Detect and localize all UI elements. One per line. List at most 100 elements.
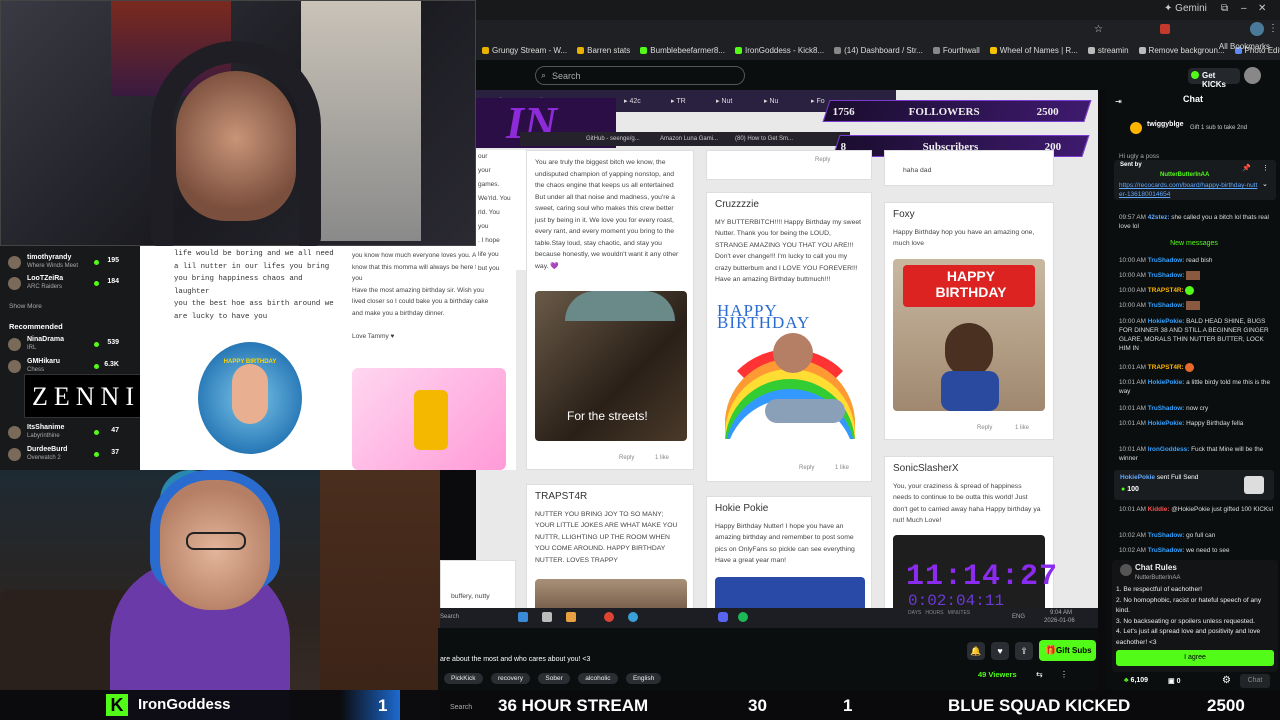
dolphin	[765, 399, 845, 423]
channel-viewers: 37	[111, 449, 119, 456]
taskbar-search-ghost: Search	[450, 704, 473, 711]
search-input[interactable]: ⌕ Search	[535, 66, 745, 85]
minimize-icon[interactable]: –	[1241, 3, 1247, 14]
sidebar-channel[interactable]: NinaDrama IRL 539	[8, 334, 133, 354]
reply-button[interactable]: Reply	[815, 155, 830, 167]
send-chat-button[interactable]: Chat	[1240, 674, 1270, 688]
reply-button[interactable]: Reply	[619, 453, 634, 465]
close-window-icon[interactable]: ✕	[1258, 3, 1266, 14]
agree-button[interactable]: I agree	[1116, 650, 1274, 666]
pinned-link[interactable]: https://recocards.com/board/happy-birthd…	[1119, 181, 1259, 199]
chat-username[interactable]: IronGoddess:	[1148, 446, 1190, 453]
message-card: You are truly the biggest bitch we know,…	[526, 150, 694, 470]
chat-username[interactable]: 42stez:	[1148, 214, 1170, 221]
pinned-user-avatar	[1130, 122, 1142, 134]
chat-timestamp: 10:00 AM	[1119, 257, 1147, 264]
bookmark-folder[interactable]: streamin	[1087, 46, 1129, 55]
bookmark-item[interactable]: Grungy Stream - W...	[482, 46, 567, 55]
gemini-tab[interactable]: ✦ Gemini	[1164, 3, 1207, 14]
sidebar-channel[interactable]: timothyrandy Where Winds Meet 195	[8, 252, 133, 272]
chat-username[interactable]: HokiePokie:	[1148, 420, 1185, 427]
gif-caption: HAPPY BIRTHDAY	[717, 301, 811, 332]
channel-avatar	[8, 360, 21, 373]
new-window-icon[interactable]: ⧉	[1221, 3, 1228, 14]
bookmark-item[interactable]: Barren stats	[577, 46, 630, 55]
more-options-icon[interactable]: ⋮	[1060, 670, 1068, 679]
chat-username[interactable]: TruShadow:	[1148, 302, 1185, 309]
chat-username[interactable]: TruShadow:	[1148, 532, 1185, 539]
sidebar-channel[interactable]: ItsShanime Labyrinthine 47	[8, 422, 133, 442]
browser-menu-icon[interactable]: ⋮	[1268, 23, 1278, 34]
chevron-down-icon[interactable]: ⌄	[1262, 180, 1268, 188]
search-icon: ⌕	[541, 70, 547, 80]
tag-pill[interactable]: recovery	[491, 673, 530, 684]
settings-gear-icon[interactable]: ⚙	[1222, 675, 1231, 686]
channel-name: LooTZeiRa	[27, 275, 64, 282]
channel-avatar	[8, 256, 21, 269]
chat-username[interactable]: Kiddie:	[1148, 506, 1170, 513]
chat-username[interactable]: TruShadow:	[1148, 257, 1185, 264]
share-icon[interactable]: ⇪	[1015, 642, 1033, 660]
tag-pill[interactable]: PickKick	[444, 673, 483, 684]
chat-username[interactable]: HokiePokie:	[1148, 318, 1185, 325]
chat-message: 10:01 AM Kiddie: @HokiePokie just gifted…	[1119, 505, 1274, 514]
sidebar-channel[interactable]: DurdeeBurd Overwatch 2 37	[8, 444, 133, 464]
user-avatar[interactable]	[1244, 67, 1261, 84]
bookmark-item[interactable]: Fourthwall	[932, 46, 980, 55]
card-author: TRAPST4R	[535, 491, 588, 502]
chat-username[interactable]: TRAPST4R:	[1148, 287, 1184, 294]
extension-icon[interactable]	[1160, 24, 1170, 34]
live-dot-icon	[94, 452, 99, 457]
emote-icon	[1185, 286, 1195, 295]
reply-button[interactable]: Reply	[977, 423, 992, 435]
chat-username[interactable]: TruShadow:	[1148, 272, 1185, 279]
chat-username[interactable]: HokiePokie:	[1148, 379, 1185, 386]
bookmark-item[interactable]: IronGoddess - Kick8...	[734, 46, 824, 55]
bookmark-star-icon[interactable]: ☆	[1094, 24, 1103, 35]
chat-timestamp: 10:01 AM	[1119, 379, 1147, 386]
timer-units: DAYS HOURS MINUTES	[908, 610, 971, 616]
birthday-gif: HAPPY BIRTHDAY	[715, 299, 865, 449]
chat-username[interactable]: TruShadow:	[1148, 547, 1185, 554]
reply-button[interactable]: Reply	[799, 463, 814, 475]
bookmark-item[interactable]: (14) Dashboard / Str...	[834, 46, 923, 55]
pin-icon[interactable]: 📌	[1242, 164, 1251, 172]
chat-text: read bish	[1186, 257, 1213, 264]
notification-bell-icon[interactable]: 🔔	[967, 642, 985, 660]
bookmark-item[interactable]: Bumblebeefarmer8...	[640, 46, 725, 55]
all-bookmarks-folder[interactable]: All Bookmarks	[1219, 42, 1270, 51]
channel-name: timothyrandy	[27, 254, 72, 261]
like-button[interactable]: 1 like	[1015, 423, 1029, 435]
chat-rules-owner: NutterButterInAA	[1135, 575, 1181, 581]
get-kicks-button[interactable]: Get KICKs	[1188, 68, 1240, 89]
chat-message: 10:00 AM TRAPST4R:	[1119, 286, 1274, 295]
card-message: Happy Birthday hop you have an amazing o…	[893, 228, 1035, 248]
gift-subs-button[interactable]: 🎁 Gift Subs	[1039, 640, 1096, 661]
like-button[interactable]: 1 like	[655, 453, 669, 465]
kick-coin-icon: ●	[1121, 486, 1126, 493]
taskbar-clock: 9:04 AM	[1050, 610, 1073, 616]
chrome-icon	[604, 612, 614, 622]
tag-pill[interactable]: English	[625, 673, 662, 684]
live-dot-icon	[94, 430, 99, 435]
share-small-icon[interactable]: ⇆	[1036, 670, 1043, 679]
tag-pill[interactable]: alcoholic	[578, 673, 618, 684]
bookmark-item[interactable]: Wheel of Names | R...	[989, 46, 1078, 55]
follow-heart-icon[interactable]: ♥	[991, 642, 1009, 660]
pinned-more-icon[interactable]: ⋮	[1262, 164, 1269, 172]
send-username[interactable]: HokiePokie	[1120, 474, 1155, 481]
bookmark-item[interactable]: Remove backgroun...	[1138, 46, 1225, 55]
chat-username[interactable]: TruShadow:	[1148, 405, 1185, 412]
profile-icon[interactable]	[1250, 22, 1264, 36]
sidebar-channel[interactable]: LooTZeiRa ARC Raiders 184	[8, 273, 133, 293]
cake-gif	[352, 368, 506, 470]
message-card: Hokie Pokie Happy Birthday Nutter! I hop…	[706, 496, 872, 616]
show-more-link[interactable]: Show More	[9, 303, 42, 310]
tag-pill[interactable]: Sober	[538, 673, 570, 684]
chat-message: 10:01 AM HokiePokie: a little birdy told…	[1119, 378, 1274, 396]
chat-username[interactable]: TRAPST4R:	[1148, 364, 1184, 371]
sidebar-channel[interactable]: GMHikaru Chess 6.3K	[8, 356, 133, 376]
like-button[interactable]: 1 like	[835, 463, 849, 475]
timer-main: 11:14:27	[906, 560, 1059, 594]
app-icon	[518, 612, 528, 622]
